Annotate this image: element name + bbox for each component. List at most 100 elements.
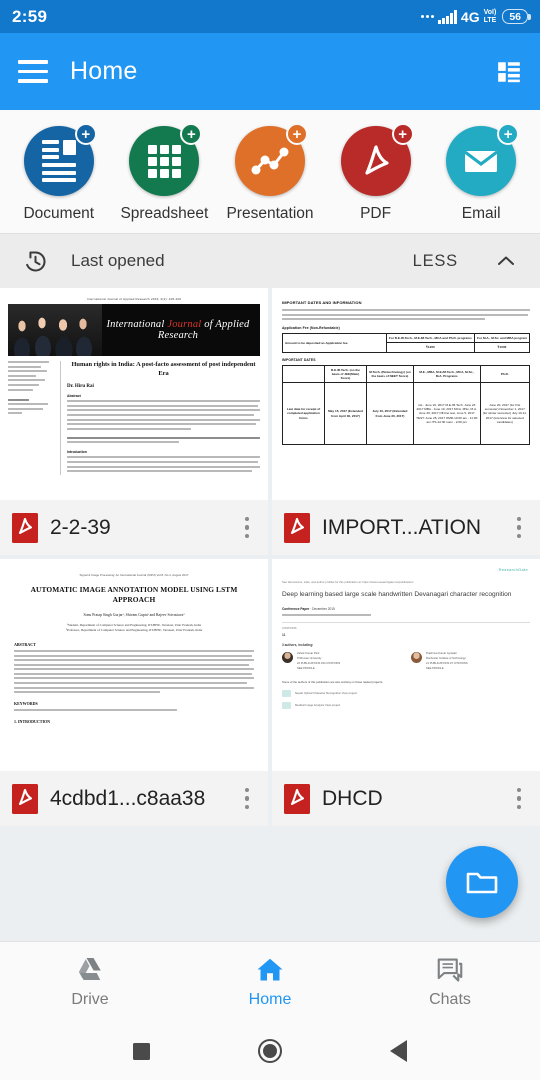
- nav-item-drive[interactable]: Drive: [30, 955, 150, 1009]
- list-view-toggle-icon[interactable]: [496, 59, 522, 85]
- battery-icon: 56: [502, 9, 531, 24]
- dates-header: M.E., MBA, M.E./M.Tech., MCA, M.Sc., M.A…: [412, 364, 481, 384]
- citations-value: 11: [282, 633, 286, 638]
- add-badge-icon[interactable]: +: [180, 123, 203, 145]
- last-opened-label: Last opened: [71, 251, 165, 270]
- less-toggle-button[interactable]: LESS: [413, 252, 458, 271]
- shortcut-presentation[interactable]: + Presentation: [222, 123, 318, 223]
- article-title: Human rights in India: A post-facto asse…: [71, 361, 256, 377]
- overflow-menu-icon[interactable]: [508, 511, 530, 545]
- project-name: Medical Image Analysis View project: [295, 703, 341, 708]
- page-title: Home: [70, 57, 138, 85]
- presentation-icon: +: [234, 123, 308, 196]
- avatar: [282, 652, 293, 664]
- fee-val-2: ₹1200: [385, 342, 475, 353]
- journal-banner: International Journal of Applied Researc…: [8, 304, 260, 356]
- nav-item-chats[interactable]: Chats: [390, 955, 510, 1009]
- volte-icon: VoI) LTE: [483, 9, 497, 24]
- shortcut-document[interactable]: + Document: [11, 123, 107, 223]
- shortcut-pdf[interactable]: + PDF: [328, 123, 424, 223]
- paper-affiliation: ¹Student, Department of Computer Science…: [65, 622, 203, 633]
- network-type-label: 4G: [460, 8, 480, 25]
- home-icon: [257, 958, 283, 981]
- shortcut-label: Presentation: [226, 205, 314, 222]
- file-thumbnail: International Journal of Applied Researc…: [0, 288, 268, 500]
- dates-cell: July 10, 2017 (Extended from June 30, 20…: [365, 382, 414, 446]
- overflow-menu-icon[interactable]: [236, 511, 258, 545]
- pdf-file-icon: [284, 783, 310, 814]
- signal-bars-icon: [438, 9, 457, 24]
- dates-cell: 1st - June 16, 2017 M.E./M.Tech. June 23…: [412, 382, 481, 446]
- journal-name: International Journal of Applied Researc…: [106, 319, 250, 341]
- overflow-menu-icon[interactable]: [236, 782, 258, 816]
- file-card[interactable]: Signal & Image Processing: An Internatio…: [0, 559, 268, 826]
- file-thumbnail: Signal & Image Processing: An Internatio…: [0, 559, 268, 771]
- journal-sidebar: [8, 361, 54, 475]
- dates-heading: IMPORTANT DATES: [282, 357, 316, 362]
- add-badge-icon[interactable]: +: [391, 123, 414, 145]
- banner-photo: [8, 304, 102, 356]
- file-thumbnail: IMPORTANT DATES AND INFORMATION Applicat…: [272, 288, 540, 500]
- author-entry: Ashok Kumar Pant Tribhuvan University 22…: [282, 652, 401, 671]
- folder-icon: [466, 872, 498, 894]
- fee-heading: Application Fee (Non-Refundable): [282, 326, 340, 331]
- project-name: Nepali Optical Character Recognition Vie…: [295, 691, 357, 696]
- projects-label: Some of the authors of this publication …: [282, 679, 383, 684]
- file-card[interactable]: International Journal of Applied Researc…: [0, 288, 268, 555]
- overflow-menu-icon[interactable]: [508, 782, 530, 816]
- nav-label: Drive: [71, 991, 109, 1008]
- avatar: [411, 652, 422, 664]
- shortcut-row: + Document + Spreadsheet + Presentation …: [0, 110, 540, 233]
- project-item: Nepali Optical Character Recognition Vie…: [282, 689, 530, 697]
- file-card-footer: 2-2-39: [0, 500, 268, 555]
- citations-label: CITATIONS: [282, 626, 297, 631]
- status-icons: 4G VoI) LTE 56: [421, 8, 531, 25]
- add-badge-icon[interactable]: +: [285, 123, 308, 145]
- triangle-back-icon[interactable]: [390, 1040, 407, 1062]
- dates-row-label: Last date for receipt of completed appli…: [282, 382, 325, 446]
- last-opened-bar[interactable]: Last opened LESS: [0, 233, 540, 288]
- pdf-icon: +: [340, 123, 414, 196]
- file-card[interactable]: IMPORTANT DATES AND INFORMATION Applicat…: [272, 288, 540, 555]
- file-name: 2-2-39: [50, 515, 111, 539]
- file-card-footer: IMPORT...ATION: [272, 500, 540, 555]
- dates-cell: May 15, 2017 (Extended from April 30, 20…: [323, 382, 367, 446]
- app-bar: Home: [0, 33, 540, 110]
- chevron-up-icon[interactable]: [494, 249, 518, 273]
- email-icon: +: [446, 123, 520, 196]
- pdf-file-icon: [12, 512, 38, 543]
- table-doc-heading: IMPORTANT DATES AND INFORMATION: [282, 300, 362, 305]
- nav-item-home[interactable]: Home: [210, 955, 330, 1009]
- file-card-footer: 4cdbd1...c8aa38: [0, 771, 268, 826]
- shortcut-label: PDF: [360, 205, 392, 222]
- hamburger-menu-icon[interactable]: [18, 60, 48, 83]
- author-info: Prashnna Kumar Gyawali Rochester Institu…: [426, 652, 468, 670]
- dates-header: B.E./B.Tech. (on the basis of JEE(Main) …: [323, 364, 367, 384]
- more-dots-icon: [421, 15, 435, 18]
- file-card[interactable]: ResearchGate See discussions, stats, and…: [272, 559, 540, 826]
- document-icon: +: [23, 123, 97, 196]
- new-folder-fab[interactable]: [446, 846, 518, 918]
- paper-title: AUTOMATIC IMAGE ANNOTATION MODEL USING L…: [30, 585, 238, 605]
- fee-val-3: ₹1000: [473, 342, 531, 353]
- circle-home-icon[interactable]: [258, 1039, 282, 1063]
- introduction-label: Introduction: [67, 450, 87, 455]
- nav-label: Home: [248, 991, 292, 1008]
- shortcut-spreadsheet[interactable]: + Spreadsheet: [116, 123, 212, 223]
- dates-table: B.E./B.Tech. (on the basis of JEE(Main) …: [282, 364, 531, 446]
- file-name: DHCD: [322, 786, 383, 810]
- spreadsheet-icon: +: [129, 123, 203, 196]
- fee-row-label: Amount to be deposited as Application fe…: [282, 333, 387, 353]
- abstract-label: ABSTRACT: [14, 641, 36, 647]
- add-badge-icon[interactable]: +: [497, 123, 520, 145]
- shortcut-label: Document: [23, 205, 95, 222]
- paper-title: Deep learning based large scale handwrit…: [282, 591, 512, 598]
- fee-col-3: For M.A., M.Sc. and MBA program: [473, 333, 531, 344]
- dates-header: M.Tech. (Biotechnology) (on the basis of…: [365, 364, 414, 384]
- add-badge-icon[interactable]: +: [74, 123, 97, 145]
- abstract-label: Abstract: [67, 394, 81, 399]
- shortcut-email[interactable]: + Email: [433, 123, 529, 223]
- square-recents-icon[interactable]: [133, 1042, 150, 1060]
- dates-header: Ph.D.: [479, 364, 531, 384]
- author-entry: Prashnna Kumar Gyawali Rochester Institu…: [411, 652, 530, 671]
